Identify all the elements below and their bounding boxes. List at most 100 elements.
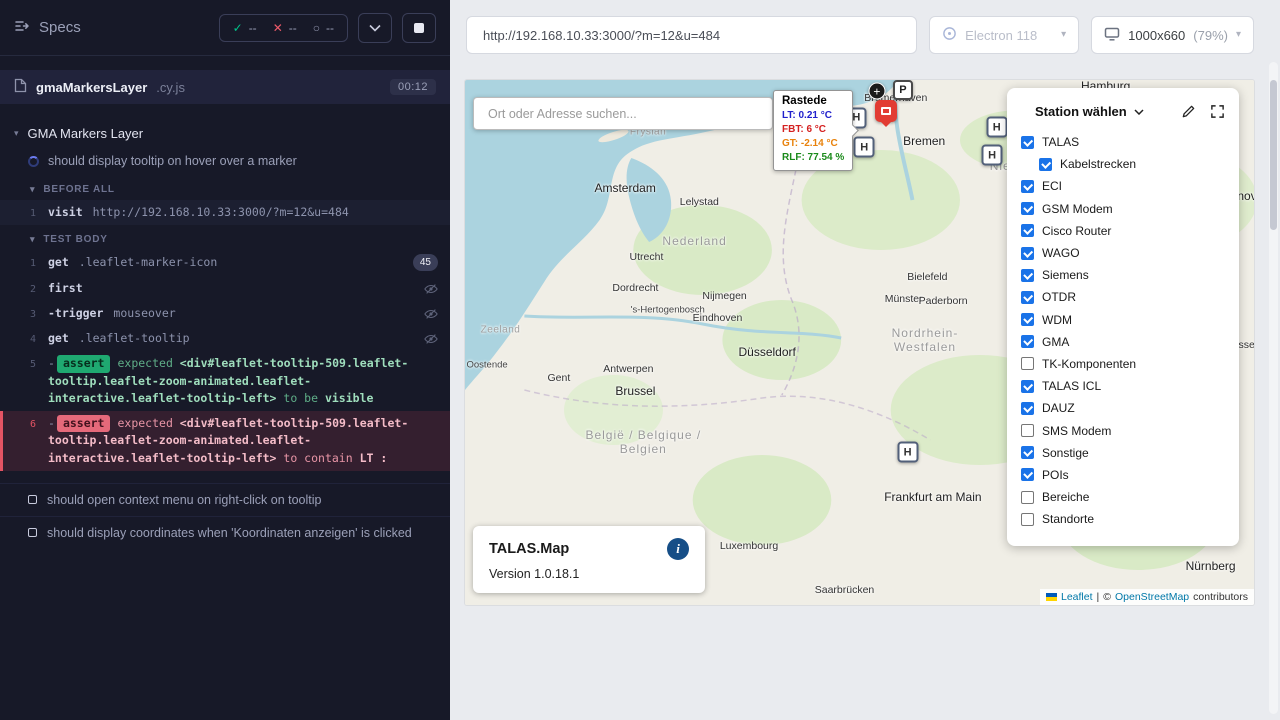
- checked-checkbox[interactable]: [1021, 269, 1034, 282]
- url-input[interactable]: [481, 27, 902, 44]
- collapse-reporter-button[interactable]: [358, 13, 392, 43]
- station-checkbox-row[interactable]: POIs: [1021, 464, 1225, 486]
- station-checkbox-row[interactable]: GMA: [1021, 331, 1225, 353]
- assert-text: to contain: [276, 451, 359, 465]
- map-marker-h[interactable]: H: [986, 117, 1007, 138]
- station-checkbox-row[interactable]: OTDR: [1021, 286, 1225, 308]
- cypress-runner-panel: Specs ✓--✕--○-- gmaMarkersLayer .cy.js 0…: [0, 0, 450, 720]
- url-bar[interactable]: [466, 16, 917, 54]
- active-test-row[interactable]: should display tooltip on hover over a m…: [0, 147, 450, 175]
- map-marker-h[interactable]: H: [982, 145, 1003, 166]
- station-checkbox-row[interactable]: Bereiche: [1021, 486, 1225, 508]
- checked-checkbox[interactable]: [1021, 468, 1034, 481]
- tooltip-row-value: 0.21 °C: [798, 110, 831, 121]
- checked-checkbox[interactable]: [1021, 313, 1034, 326]
- chevron-down-icon[interactable]: [1134, 109, 1144, 115]
- checked-checkbox[interactable]: [1021, 446, 1034, 459]
- unchecked-checkbox[interactable]: [1021, 491, 1034, 504]
- command-row[interactable]: 5-assertexpected <div#leaflet-tooltip-50…: [0, 351, 450, 411]
- vertical-scrollbar[interactable]: [1269, 62, 1278, 714]
- checked-checkbox[interactable]: [1021, 224, 1034, 237]
- marker-tooltip[interactable]: Rastede LT: 0.21 °CFBT: 6 °CGT: -2.14 °C…: [773, 90, 853, 171]
- station-checkbox-row[interactable]: Cisco Router: [1021, 220, 1225, 242]
- checked-checkbox[interactable]: [1021, 247, 1034, 260]
- map-place-label: Dordrecht: [612, 282, 658, 294]
- station-checkbox-row[interactable]: Kabelstrecken: [1021, 153, 1225, 175]
- command-log: ▾BEFORE ALL1visithttp://192.168.10.33:30…: [0, 175, 450, 471]
- viewport-select[interactable]: 1000x660 (79%) ▾: [1091, 16, 1254, 54]
- stop-tests-button[interactable]: [402, 13, 436, 43]
- command-section-header[interactable]: ▾BEFORE ALL: [0, 175, 450, 200]
- station-checkbox-row[interactable]: SMS Modem: [1021, 419, 1225, 441]
- command-row[interactable]: 1visithttp://192.168.10.33:3000/?m=12&u=…: [0, 200, 450, 225]
- spec-header[interactable]: gmaMarkersLayer .cy.js 00:12: [0, 70, 450, 104]
- map-place-label: Düsseldorf: [738, 345, 795, 359]
- scrollbar-thumb[interactable]: [1270, 80, 1277, 230]
- station-checkbox-row[interactable]: WDM: [1021, 309, 1225, 331]
- station-checkbox-row[interactable]: DAUZ: [1021, 397, 1225, 419]
- map-place-label: Amsterdam: [594, 181, 655, 195]
- checked-checkbox[interactable]: [1021, 180, 1034, 193]
- station-checkbox-row[interactable]: Standorte: [1021, 508, 1225, 530]
- hidden-eye-icon: [424, 280, 438, 296]
- command-row[interactable]: 3-triggermouseover: [0, 301, 450, 326]
- specs-label: Specs: [39, 19, 81, 36]
- checked-checkbox[interactable]: [1021, 335, 1034, 348]
- tooltip-title: Rastede: [782, 95, 844, 107]
- checked-checkbox[interactable]: [1021, 136, 1034, 149]
- stat-value: --: [249, 21, 257, 35]
- map-attribution: Leaflet | © OpenStreetMap contributors: [1040, 589, 1254, 605]
- openstreetmap-link[interactable]: OpenStreetMap: [1115, 591, 1189, 603]
- unchecked-checkbox[interactable]: [1021, 424, 1034, 437]
- command-row[interactable]: 2first: [0, 276, 450, 301]
- leaflet-link[interactable]: Leaflet: [1061, 591, 1093, 603]
- specs-menu-button[interactable]: Specs: [14, 18, 81, 38]
- command-row[interactable]: 6-assertexpected <div#leaflet-tooltip-50…: [0, 411, 450, 471]
- command-method: -trigger: [48, 305, 103, 322]
- station-label: Sonstige: [1042, 446, 1089, 460]
- station-checkbox-row[interactable]: Sonstige: [1021, 442, 1225, 464]
- station-checkbox-row[interactable]: TALAS ICL: [1021, 375, 1225, 397]
- map-place-label: Gent: [548, 372, 571, 384]
- map-marker-h[interactable]: H: [897, 442, 918, 463]
- station-checkbox-row[interactable]: WAGO: [1021, 242, 1225, 264]
- fullscreen-expand-icon[interactable]: [1210, 104, 1225, 119]
- browser-select[interactable]: Electron 118 ▾: [929, 16, 1079, 54]
- station-checkbox-row[interactable]: Siemens: [1021, 264, 1225, 286]
- map-marker-h[interactable]: H: [854, 137, 875, 158]
- unchecked-checkbox[interactable]: [1021, 357, 1034, 370]
- station-checkbox-row[interactable]: TK-Komponenten: [1021, 353, 1225, 375]
- suite-row[interactable]: ▾ GMA Markers Layer: [0, 120, 450, 147]
- station-checkbox-row[interactable]: GSM Modem: [1021, 198, 1225, 220]
- map-marker-plus[interactable]: +: [868, 83, 885, 100]
- map-marker-p[interactable]: P: [893, 80, 913, 100]
- command-section-header[interactable]: ▾TEST BODY: [0, 225, 450, 250]
- checked-checkbox[interactable]: [1021, 291, 1034, 304]
- map-place-label: Luxembourg: [720, 540, 778, 552]
- pending-test-row[interactable]: should display coordinates when 'Koordin…: [0, 516, 450, 549]
- command-row[interactable]: 1get.leaflet-marker-icon45: [0, 250, 450, 275]
- map-place-label: Nordrhein-Westfalen: [865, 326, 985, 354]
- station-label: TALAS ICL: [1042, 379, 1101, 393]
- unchecked-checkbox[interactable]: [1021, 513, 1034, 526]
- command-row[interactable]: 4get.leaflet-tooltip: [0, 326, 450, 351]
- runner-topbar: Specs ✓--✕--○--: [0, 0, 450, 56]
- pending-test-row[interactable]: should open context menu on right-click …: [0, 483, 450, 516]
- station-checkbox-row[interactable]: ECI: [1021, 175, 1225, 197]
- map-search-input[interactable]: [486, 106, 760, 122]
- map-marker-pin[interactable]: [875, 100, 897, 122]
- test-report: ▾ GMA Markers Layer should display toolt…: [0, 104, 450, 720]
- checked-checkbox[interactable]: [1021, 202, 1034, 215]
- viewport-zoom: (79%): [1193, 28, 1228, 43]
- checked-checkbox[interactable]: [1021, 402, 1034, 415]
- info-icon[interactable]: i: [667, 538, 689, 560]
- spec-file-icon: [14, 78, 27, 96]
- edit-pencil-icon[interactable]: [1181, 104, 1196, 119]
- map-place-label: Bielefeld: [907, 271, 947, 283]
- map-search-box[interactable]: [473, 97, 773, 130]
- checked-checkbox[interactable]: [1039, 158, 1052, 171]
- tooltip-row-label: LT:: [782, 110, 798, 121]
- station-checkbox-row[interactable]: TALAS: [1021, 131, 1225, 153]
- leaflet-map[interactable]: FryslânAmsterdamLelystadNederlandUtrecht…: [465, 80, 1254, 605]
- checked-checkbox[interactable]: [1021, 380, 1034, 393]
